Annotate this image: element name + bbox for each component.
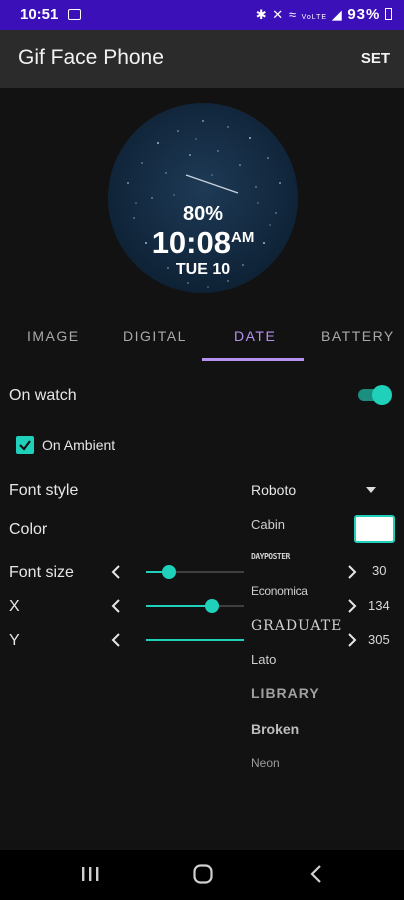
- set-button[interactable]: SET: [361, 50, 390, 67]
- font-style-dropdown[interactable]: Roboto: [251, 482, 296, 498]
- y-increase-icon[interactable]: [344, 632, 360, 648]
- y-value: 305: [368, 632, 390, 647]
- system-nav-bar: [0, 850, 404, 900]
- font-option-broken[interactable]: Broken: [251, 721, 299, 737]
- back-icon[interactable]: [308, 862, 324, 886]
- battery-icon: [385, 8, 392, 20]
- recents-icon[interactable]: [80, 862, 100, 886]
- on-ambient-checkbox[interactable]: [16, 436, 34, 454]
- font-option-graduate[interactable]: GRADUATE: [251, 618, 342, 634]
- x-label: X: [9, 598, 20, 615]
- x-increase-icon[interactable]: [344, 598, 360, 614]
- font-option-dayposter[interactable]: DAYPOSTER: [251, 552, 290, 561]
- tab-battery[interactable]: BATTERY: [321, 328, 395, 344]
- on-watch-label: On watch: [9, 387, 77, 404]
- bluetooth-icon: ✱: [255, 7, 268, 22]
- toggle-thumb: [372, 385, 392, 405]
- font-size-slider[interactable]: [146, 562, 244, 582]
- x-decrease-icon[interactable]: [108, 598, 124, 614]
- font-option-cabin[interactable]: Cabin: [251, 517, 285, 532]
- tab-digital[interactable]: DIGITAL: [123, 328, 187, 344]
- font-option-lato[interactable]: Lato: [251, 652, 276, 667]
- x-slider[interactable]: [146, 596, 244, 616]
- battery-percent: 93%: [347, 6, 381, 23]
- color-label: Color: [9, 521, 48, 538]
- home-icon[interactable]: [192, 862, 214, 886]
- tab-indicator: [202, 358, 304, 361]
- on-ambient-label: On Ambient: [42, 437, 116, 453]
- wifi-icon: ≈: [288, 7, 297, 22]
- font-option-neon[interactable]: Neon: [251, 756, 280, 770]
- x-value: 134: [368, 598, 390, 613]
- y-decrease-icon[interactable]: [108, 632, 124, 648]
- dropdown-caret-icon[interactable]: [366, 487, 376, 493]
- preview-date: TUE 10: [175, 261, 231, 278]
- preview-battery: 80%: [182, 203, 224, 225]
- font-size-decrease-icon[interactable]: [108, 564, 124, 580]
- preview-time: 10:08: [151, 225, 231, 260]
- slider-fill: [146, 639, 244, 641]
- status-bar: 10:51 ✱ ✕ ≈ VoLTE ◢ 93%: [0, 0, 404, 30]
- color-swatch[interactable]: [354, 515, 395, 543]
- preview-time-row: 10:08AM: [108, 225, 298, 261]
- tab-bar: IMAGE DIGITAL DATE BATTERY: [0, 318, 404, 362]
- status-icons: ✱ ✕ ≈ VoLTE ◢ 93%: [256, 6, 392, 23]
- check-icon: [19, 440, 31, 451]
- app-bar: Gif Face Phone SET: [0, 30, 404, 88]
- slider-knob[interactable]: [161, 565, 176, 579]
- tab-date[interactable]: DATE: [234, 328, 276, 344]
- y-slider[interactable]: [146, 630, 244, 650]
- slider-knob[interactable]: [204, 599, 219, 613]
- volte-icon: VoLTE: [301, 14, 328, 21]
- font-option-library[interactable]: LIBRARY: [251, 685, 320, 701]
- font-option-economica[interactable]: Economica: [251, 584, 308, 598]
- status-time: 10:51: [20, 6, 59, 23]
- font-style-label: Font style: [9, 482, 79, 499]
- watch-face-preview: 80% 10:08AM TUE 10: [108, 103, 298, 293]
- mute-icon: ✕: [272, 7, 285, 22]
- app-title: Gif Face Phone: [18, 46, 164, 69]
- preview-ampm: AM: [230, 229, 255, 246]
- y-label: Y: [9, 632, 20, 649]
- gallery-icon: [68, 9, 81, 20]
- font-size-increase-icon[interactable]: [344, 564, 360, 580]
- slider-fill: [146, 605, 212, 607]
- font-size-value: 30: [372, 563, 387, 578]
- tab-image[interactable]: IMAGE: [27, 328, 80, 344]
- on-watch-toggle[interactable]: [358, 385, 392, 405]
- font-size-label: Font size: [9, 564, 74, 581]
- signal-icon: ◢: [331, 7, 343, 22]
